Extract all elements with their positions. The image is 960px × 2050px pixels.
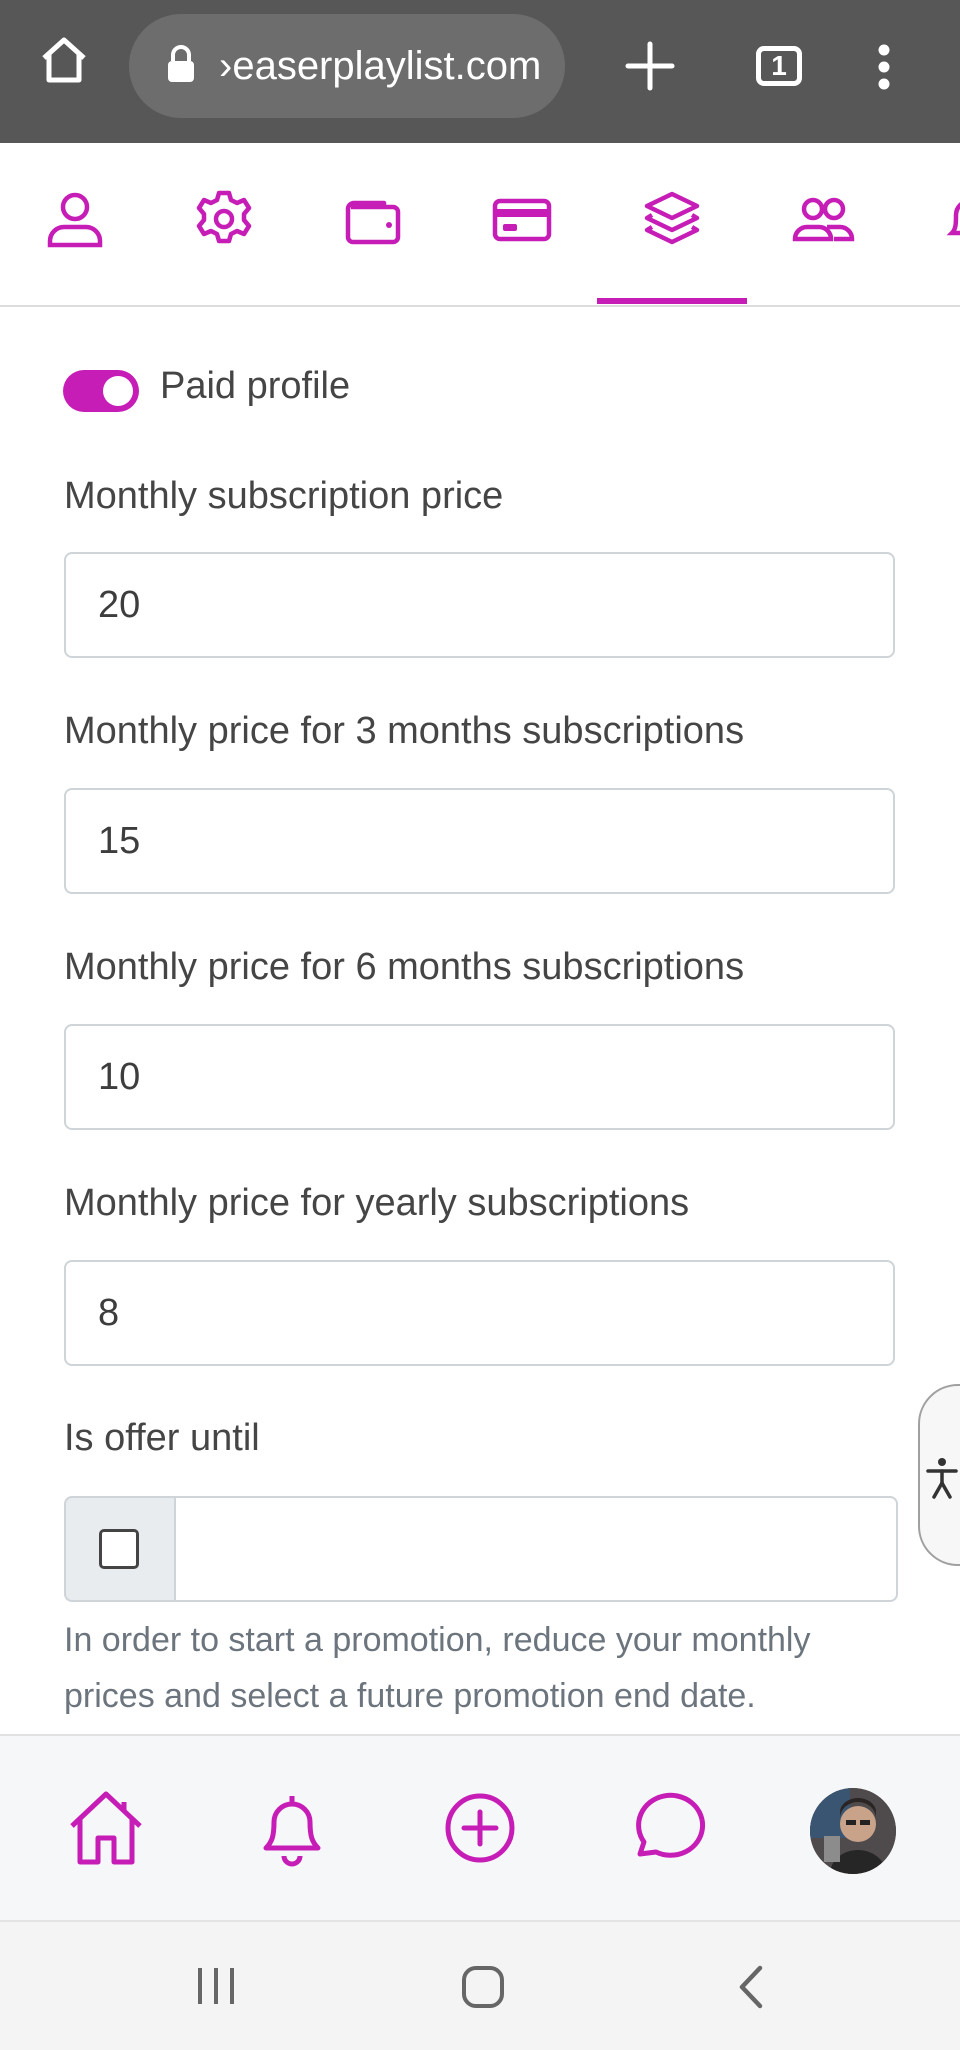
nav-messages[interactable]: [606, 1736, 726, 1922]
monthly-price-input[interactable]: [64, 552, 895, 658]
system-navigation-bar: [0, 1920, 960, 2050]
six-months-price-label: Monthly price for 6 months subscriptions: [64, 946, 745, 988]
tab-profile[interactable]: [0, 143, 150, 305]
more-menu-icon[interactable]: [874, 44, 894, 95]
three-months-price-label: Monthly price for 3 months subscriptions: [64, 710, 745, 752]
recents-icon: [198, 1968, 234, 2004]
accessibility-icon: [926, 1458, 958, 1499]
accessibility-button[interactable]: [918, 1384, 960, 1566]
nav-notifications[interactable]: [232, 1736, 352, 1922]
tab-wallet[interactable]: [298, 143, 448, 305]
offer-end-date-input[interactable]: [174, 1496, 898, 1602]
avatar[interactable]: [810, 1788, 896, 1874]
users-icon: [792, 197, 855, 242]
paid-profile-label: Paid profile: [160, 365, 351, 407]
paid-profile-toggle[interactable]: [63, 370, 139, 412]
nav-create[interactable]: [420, 1736, 540, 1922]
offer-until-label: Is offer until: [64, 1417, 260, 1459]
browser-toolbar: ›easerplaylist.com 1: [0, 0, 960, 143]
promotion-help-text: In order to start a promotion, reduce yo…: [64, 1621, 811, 1715]
tab-referrals[interactable]: [746, 143, 896, 305]
layers-icon: [644, 191, 700, 245]
bottom-navigation: [0, 1734, 960, 1922]
home-circle-icon: [462, 1966, 504, 2008]
toggle-knob: [103, 376, 133, 406]
home-icon: [70, 1791, 142, 1865]
back-button[interactable]: [736, 1964, 766, 2015]
yearly-price-input[interactable]: [64, 1260, 895, 1366]
bell-icon: [263, 1796, 321, 1867]
settings-tabs: [0, 143, 960, 307]
active-tab-indicator: [597, 298, 747, 304]
credit-card-icon: [492, 198, 552, 242]
tab-payment[interactable]: [447, 143, 597, 305]
home-button[interactable]: [460, 1964, 506, 2015]
plus-circle-icon: [445, 1793, 515, 1863]
recents-button[interactable]: [194, 1966, 238, 2011]
tab-subscriptions[interactable]: [597, 143, 747, 305]
tab-settings[interactable]: [149, 143, 299, 305]
url-text[interactable]: ›easerplaylist.com: [219, 14, 549, 118]
six-months-price-input[interactable]: [64, 1024, 895, 1130]
address-bar[interactable]: ›easerplaylist.com: [129, 14, 565, 118]
tab-switcher-icon[interactable]: 1: [756, 46, 802, 86]
wallet-icon: [345, 200, 401, 245]
monthly-price-label: Monthly subscription price: [64, 475, 504, 517]
nav-home[interactable]: [46, 1736, 166, 1922]
home-icon[interactable]: [38, 34, 90, 91]
three-months-price-input[interactable]: [64, 788, 895, 894]
yearly-price-label: Monthly price for yearly subscriptions: [64, 1182, 690, 1224]
gear-icon: [196, 190, 252, 244]
bell-icon: [946, 202, 960, 236]
offer-checkbox-addon: [64, 1496, 174, 1602]
back-chevron-icon: [739, 1965, 763, 2009]
new-tab-icon[interactable]: [624, 40, 676, 97]
lock-icon: [165, 44, 197, 89]
chat-icon: [636, 1792, 706, 1858]
tab-notifications[interactable]: [895, 143, 960, 305]
offer-checkbox[interactable]: [99, 1529, 139, 1569]
person-icon: [47, 192, 103, 248]
